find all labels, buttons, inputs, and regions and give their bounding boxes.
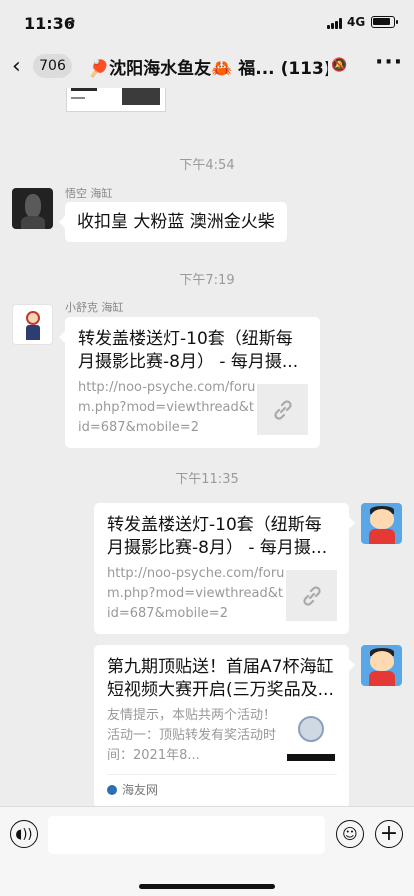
battery-icon xyxy=(371,16,398,28)
link-card-message[interactable]: 转发盖楼送灯-10套（纽斯每月摄影比赛-8月） - 每月摄... http://… xyxy=(94,503,355,634)
signal-icon xyxy=(327,18,344,29)
card-title: 转发盖楼送灯-10套（纽斯每月摄影比赛-8月） - 每月摄... xyxy=(107,515,328,558)
link-icon xyxy=(257,384,308,435)
chat-header: ‹ 706 🏓沈阳海水鱼友🦀 福... (113) 🔕 ··· xyxy=(0,46,414,88)
link-icon xyxy=(286,570,337,621)
article-card-message[interactable]: 第九期顶贴送！首届A7杯海缸短视频大赛开启(三万奖品及... 友情提示，本贴共两… xyxy=(94,645,355,806)
avatar[interactable] xyxy=(12,304,53,345)
message-list[interactable]: 下午4:54 悟空 海缸 收扣皇 大粉蓝 澳洲金火柴 下午7:19 小舒克 海缸… xyxy=(0,88,414,806)
group-name: 🏓沈阳海水鱼友🦀 福... xyxy=(88,59,275,79)
plus-icon[interactable]: + xyxy=(375,820,403,848)
location-arrow-icon: ➚ xyxy=(67,16,77,29)
member-count: (113) xyxy=(280,59,328,79)
chat-title[interactable]: 🏓沈阳海水鱼友🦀 福... (113) xyxy=(88,54,328,79)
message-input[interactable] xyxy=(48,816,325,854)
card-title: 第九期顶贴送！首届A7杯海缸短视频大赛开启(三万奖品及... xyxy=(107,657,334,700)
chevron-left-icon[interactable]: ‹ xyxy=(12,54,21,79)
source-logo-icon xyxy=(107,784,117,795)
card-url: http://noo-psyche.com/forum.php?mod=view… xyxy=(107,566,285,621)
sender-name: 小舒克 海缸 xyxy=(65,301,124,314)
image-message-partial[interactable] xyxy=(66,88,166,112)
card-source: 海友网 xyxy=(107,774,337,798)
timestamp: 下午7:19 xyxy=(179,273,235,288)
voice-icon[interactable]: ◖)) xyxy=(10,820,38,848)
input-bar: ◖)) ☺ + xyxy=(0,806,414,896)
article-thumbnail xyxy=(285,710,337,762)
home-indicator xyxy=(139,884,275,889)
timestamp: 下午11:35 xyxy=(175,472,239,487)
card-title: 转发盖楼送灯-10套（纽斯每月摄影比赛-8月） - 每月摄... xyxy=(78,329,299,372)
more-options-icon[interactable]: ··· xyxy=(375,50,403,75)
avatar[interactable] xyxy=(361,645,402,686)
source-name: 海友网 xyxy=(122,783,159,797)
card-description: 友情提示，本贴共两个活动！活动一：顶贴转发有奖活动时间：2021年8... xyxy=(107,708,277,763)
network-label: 4G xyxy=(347,15,366,29)
timestamp: 下午4:54 xyxy=(179,158,235,173)
text-message[interactable]: 收扣皇 大粉蓝 澳洲金火柴 xyxy=(59,202,287,242)
unread-badge[interactable]: 706 xyxy=(33,54,72,78)
link-card-message[interactable]: 转发盖楼送灯-10套（纽斯每月摄影比赛-8月） - 每月摄... http://… xyxy=(59,317,320,448)
emoji-icon[interactable]: ☺ xyxy=(336,820,364,848)
avatar[interactable] xyxy=(12,188,53,229)
card-url: http://noo-psyche.com/forum.php?mod=view… xyxy=(78,380,256,435)
sender-name: 悟空 海缸 xyxy=(65,187,113,200)
bell-slash-icon: 🔕 xyxy=(331,58,348,73)
status-bar: 11:36 ➚ 4G xyxy=(0,0,414,46)
avatar[interactable] xyxy=(361,503,402,544)
